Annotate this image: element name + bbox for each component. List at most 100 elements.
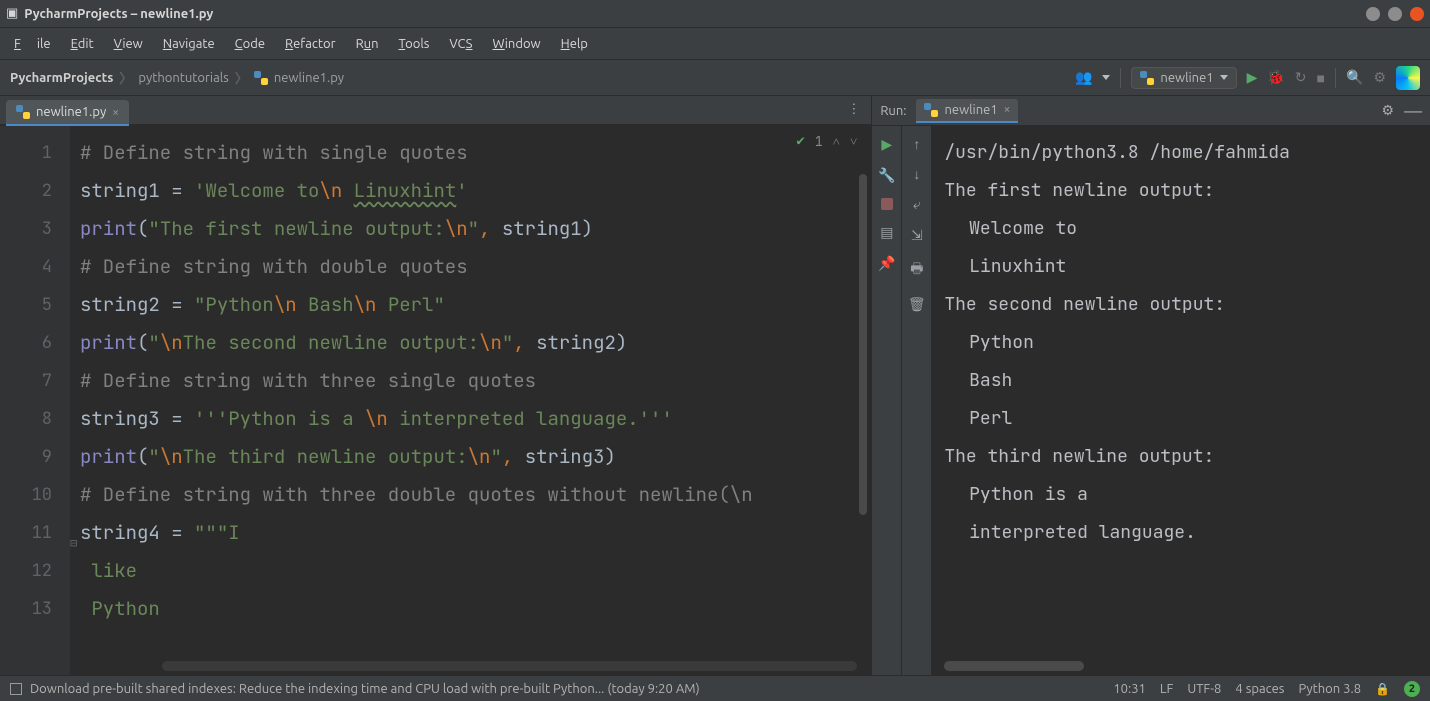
- maximize-icon[interactable]: [1388, 7, 1402, 21]
- console-line: Bash: [944, 362, 1418, 400]
- inspection-widget[interactable]: ✔ 1 ˄ ˅: [796, 132, 857, 150]
- rerun-icon[interactable]: ▶: [881, 136, 892, 153]
- main: newline1.py × ⋮ 1 2 3 4 5 6 7 8 9 10 11 …: [0, 96, 1430, 675]
- print-icon[interactable]: 🖶: [910, 258, 923, 282]
- line-number: 1: [0, 134, 52, 172]
- gear-icon[interactable]: ⚙: [1373, 69, 1386, 86]
- breadcrumb-file[interactable]: newline1.py: [274, 71, 344, 85]
- run-header: Run: newline1 × ⚙ —: [872, 96, 1430, 126]
- fold-icon[interactable]: ⊟: [70, 524, 77, 562]
- run-pane: Run: newline1 × ⚙ — ▶ 🔧 ▤ 📌 ↑: [872, 96, 1430, 675]
- debug-icon[interactable]: 🐞: [1267, 69, 1284, 86]
- line-number: 9: [0, 438, 52, 476]
- users-icon[interactable]: 👥: [1075, 69, 1092, 86]
- more-icon[interactable]: ⋮: [847, 102, 861, 117]
- titlebar: ▣ PycharmProjects – newline1.py: [0, 0, 1430, 28]
- softwrap-icon[interactable]: ⤶: [913, 196, 921, 213]
- console-line: Python: [944, 324, 1418, 362]
- scrolltoend-icon[interactable]: ⇲: [911, 227, 923, 244]
- menu-edit[interactable]: Edit: [63, 33, 102, 55]
- statusbar: Download pre-built shared indexes: Reduc…: [0, 675, 1430, 701]
- chevron-up-icon[interactable]: ˄: [833, 133, 840, 150]
- menu-code[interactable]: Code: [227, 33, 273, 55]
- stop-icon[interactable]: [881, 198, 893, 210]
- code-area[interactable]: ✔ 1 ˄ ˅ # Define string with single quot…: [70, 126, 871, 675]
- minimize-icon[interactable]: [1366, 7, 1380, 21]
- run-tab[interactable]: newline1 ×: [916, 99, 1018, 123]
- inspection-count: 1: [815, 133, 823, 150]
- python-file-icon: [16, 105, 30, 119]
- run-body: ▶ 🔧 ▤ 📌 ↑ ↓ ⤶ ⇲ 🖶 🗑 /usr/bin/python3.8 /…: [872, 126, 1430, 675]
- menu-navigate[interactable]: Navigate: [155, 33, 223, 55]
- divider: [1335, 68, 1336, 88]
- lock-icon[interactable]: 🔒: [1375, 682, 1390, 696]
- toolwindow-icon[interactable]: [10, 683, 22, 695]
- search-icon[interactable]: 🔍: [1346, 69, 1363, 86]
- menu-refactor[interactable]: Refactor: [277, 33, 344, 55]
- notification-badge[interactable]: 2: [1404, 681, 1420, 697]
- divider: [1120, 68, 1121, 88]
- python-file-icon: [924, 103, 938, 117]
- app-icon: ▣: [6, 6, 18, 21]
- chevron-down-icon[interactable]: ˅: [850, 133, 857, 150]
- chevron-down-icon[interactable]: [1102, 75, 1110, 80]
- breadcrumb-root[interactable]: PycharmProjects: [10, 71, 113, 85]
- down-icon[interactable]: ↓: [913, 166, 920, 182]
- code: # Define string with single quotes: [80, 140, 468, 165]
- gear-icon[interactable]: ⚙: [1382, 102, 1395, 119]
- editor[interactable]: 1 2 3 4 5 6 7 8 9 10 11 12 13 ✔ 1 ˄ ˅: [0, 126, 871, 675]
- line-number: 5: [0, 286, 52, 324]
- interpreter[interactable]: Python 3.8: [1298, 682, 1361, 696]
- chevron-down-icon: [1220, 75, 1228, 80]
- chevron-right-icon: 〉: [119, 68, 132, 87]
- caret-position[interactable]: 10:31: [1113, 682, 1146, 696]
- menu-tools[interactable]: Tools: [391, 33, 438, 55]
- toolbar: 👥 newline1 ▶ 🐞 ↻ ■ 🔍 ⚙: [1075, 66, 1420, 90]
- console-line: /usr/bin/python3.8 /home/fahmida: [944, 134, 1418, 172]
- run-config-label: newline1: [1160, 71, 1213, 85]
- line-number: 6: [0, 324, 52, 362]
- trash-icon[interactable]: 🗑: [908, 296, 926, 313]
- menu-file[interactable]: File: [6, 33, 59, 55]
- line-number: 8: [0, 400, 52, 438]
- run-label: Run:: [880, 104, 906, 118]
- console-line: Linuxhint: [944, 248, 1418, 286]
- indent-setting[interactable]: 4 spaces: [1235, 682, 1284, 696]
- layout-icon[interactable]: ▤: [880, 224, 893, 241]
- close-icon[interactable]: ×: [1004, 103, 1011, 116]
- horizontal-scrollbar[interactable]: [162, 661, 857, 671]
- vertical-scrollbar[interactable]: [859, 174, 867, 515]
- horizontal-scrollbar[interactable]: [944, 661, 1084, 671]
- line-number: 12: [0, 552, 52, 590]
- python-file-icon: [1140, 71, 1154, 85]
- file-encoding[interactable]: UTF-8: [1187, 682, 1221, 696]
- line-number: 2: [0, 172, 52, 210]
- coverage-icon[interactable]: ↻: [1295, 69, 1307, 86]
- menu-vcs[interactable]: VCS: [441, 33, 480, 55]
- editor-tab[interactable]: newline1.py ×: [6, 100, 129, 124]
- wrench-icon[interactable]: 🔧: [878, 167, 895, 184]
- close-icon[interactable]: ×: [112, 106, 119, 119]
- run-icon[interactable]: ▶: [1247, 69, 1258, 86]
- console-line: interpreted language.: [944, 514, 1418, 552]
- menu-run[interactable]: Run: [348, 33, 387, 55]
- breadcrumb-folder[interactable]: pythontutorials: [138, 71, 228, 85]
- jetbrains-icon[interactable]: [1396, 66, 1420, 90]
- check-icon: ✔: [796, 132, 804, 150]
- menu-help[interactable]: Help: [553, 33, 596, 55]
- menu-window[interactable]: Window: [484, 33, 548, 55]
- stop-icon[interactable]: ■: [1317, 70, 1325, 86]
- close-icon[interactable]: [1410, 7, 1424, 21]
- breadcrumb: PycharmProjects 〉 pythontutorials 〉 newl…: [10, 68, 344, 87]
- line-separator[interactable]: LF: [1160, 682, 1173, 696]
- line-number: 4: [0, 248, 52, 286]
- console-line: Perl: [944, 400, 1418, 438]
- pin-icon[interactable]: 📌: [878, 255, 895, 272]
- console[interactable]: /usr/bin/python3.8 /home/fahmida The fir…: [932, 126, 1430, 675]
- up-icon[interactable]: ↑: [913, 136, 920, 152]
- line-number: 10: [0, 476, 52, 514]
- run-config-selector[interactable]: newline1: [1131, 67, 1236, 89]
- status-message[interactable]: Download pre-built shared indexes: Reduc…: [30, 682, 700, 696]
- gutter: 1 2 3 4 5 6 7 8 9 10 11 12 13: [0, 126, 70, 675]
- menu-view[interactable]: View: [106, 33, 151, 55]
